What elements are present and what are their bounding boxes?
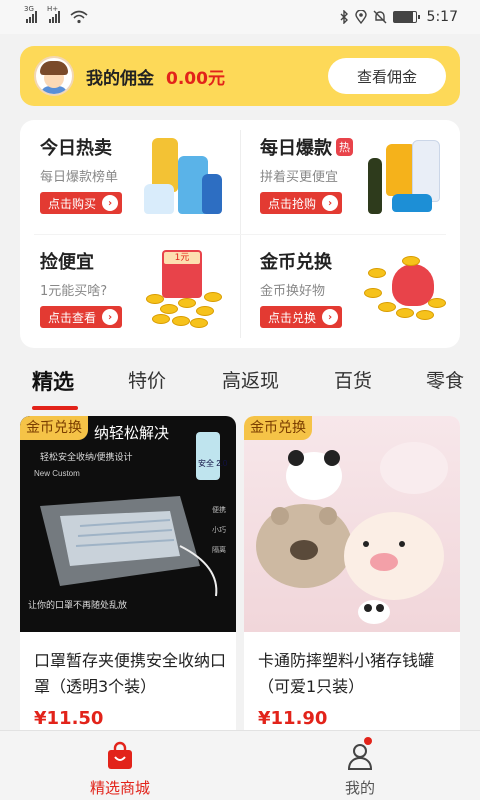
feature-coin-exchange[interactable]: 金币兑换 金币换好物 点击兑换 › <box>240 234 460 348</box>
svg-text:New Custom: New Custom <box>34 469 80 478</box>
nav-mall[interactable]: 精选商城 <box>0 731 240 800</box>
nav-mine[interactable]: 我的 <box>240 731 480 800</box>
coin-exchange-tag: 金币兑换 <box>244 416 312 440</box>
product-price: ¥11.50 <box>34 708 104 729</box>
active-tab-indicator <box>32 406 78 410</box>
svg-text:让你的口罩不再随处乱放: 让你的口罩不再随处乱放 <box>28 599 127 610</box>
hot-badge: 热 <box>336 138 353 156</box>
tab-high-cashback[interactable]: 高返现 <box>222 366 279 393</box>
product-title: 卡通防摔塑料小猪存钱罐（可爱1只装） <box>258 651 435 696</box>
status-bar: 3G H+ 5:17 <box>0 0 480 34</box>
coin-exchange-tag: 金币兑换 <box>20 416 88 440</box>
commission-label: 我的佣金 <box>86 68 154 89</box>
groceries-image <box>362 134 446 218</box>
location-icon <box>354 10 367 24</box>
user-icon <box>347 744 373 770</box>
arrow-right-icon: › <box>102 309 119 325</box>
avatar <box>34 56 74 96</box>
svg-text:便携: 便携 <box>212 505 226 514</box>
tab-special-price[interactable]: 特价 <box>128 366 166 393</box>
view-commission-button[interactable]: 查看佣金 <box>328 58 446 94</box>
bluetooth-icon <box>340 10 348 24</box>
svg-text:轻松安全收纳/便携设计: 轻松安全收纳/便携设计 <box>40 451 133 462</box>
svg-text:小巧: 小巧 <box>212 525 226 534</box>
product-price: ¥11.90 <box>258 708 328 729</box>
bottom-nav: 精选商城 我的 <box>0 730 480 800</box>
product-card[interactable]: 纳轻松解决 轻松安全收纳/便携设计 New Custom 安全 2.0 便携 小… <box>20 416 236 746</box>
tab-general-goods[interactable]: 百货 <box>334 366 372 393</box>
svg-text:安全 2.0: 安全 2.0 <box>198 458 228 468</box>
arrow-right-icon: › <box>322 195 339 211</box>
feature-bargain[interactable]: 捡便宜 1元能买啥? 点击查看 › 1元 <box>20 234 240 348</box>
svg-text:纳轻松解决: 纳轻松解决 <box>94 425 169 442</box>
grab-button[interactable]: 点击抢购 › <box>260 192 343 214</box>
product-image: 纳轻松解决 轻松安全收纳/便携设计 New Custom 安全 2.0 便携 小… <box>20 416 236 632</box>
view-button[interactable]: 点击查看 › <box>40 306 123 328</box>
buy-button[interactable]: 点击购买 › <box>40 192 123 214</box>
detergent-bottles-image <box>142 134 226 218</box>
commission-amount: 0.00元 <box>166 68 225 89</box>
status-time: 5:17 <box>426 9 458 25</box>
wifi-icon <box>70 10 88 24</box>
feature-daily-hit[interactable]: 每日爆款热 拼着买更便宜 点击抢购 › <box>240 120 460 234</box>
nav-label: 我的 <box>344 779 375 797</box>
svg-text:隔离: 隔离 <box>212 545 226 554</box>
commission-banner: 我的佣金 0.00元 查看佣金 <box>20 46 460 106</box>
gold-coins-bag-image <box>362 248 446 332</box>
exchange-button[interactable]: 点击兑换 › <box>260 306 343 328</box>
feature-today-hot[interactable]: 今日热卖 每日爆款榜单 点击购买 › <box>20 120 240 234</box>
arrow-right-icon: › <box>102 195 119 211</box>
mute-icon <box>373 10 387 24</box>
product-image <box>244 416 460 632</box>
shopping-bag-icon <box>108 741 132 769</box>
signal-icon: H+ <box>47 5 60 23</box>
feature-grid: 今日热卖 每日爆款榜单 点击购买 › 每日爆款热 拼着买更便宜 点击抢购 › 捡便宜… <box>20 120 460 348</box>
product-title: 口罩暂存夹便携安全收纳口罩（透明3个装） <box>34 651 227 696</box>
red-envelope-coins-image: 1元 <box>142 248 226 332</box>
tab-featured[interactable]: 精选 <box>32 366 74 396</box>
arrow-right-icon: › <box>322 309 339 325</box>
category-tabs: 精选 特价 高返现 百货 零食 <box>0 362 480 410</box>
notification-dot <box>364 737 372 745</box>
nav-label: 精选商城 <box>89 779 150 797</box>
product-card[interactable]: 金币兑换 卡通防摔塑料小猪存钱罐（可爱1只装） ¥11.90 <box>244 416 460 746</box>
battery-icon <box>392 11 420 23</box>
signal-icon: 3G <box>24 5 37 23</box>
tab-snacks[interactable]: 零食 <box>426 366 480 393</box>
